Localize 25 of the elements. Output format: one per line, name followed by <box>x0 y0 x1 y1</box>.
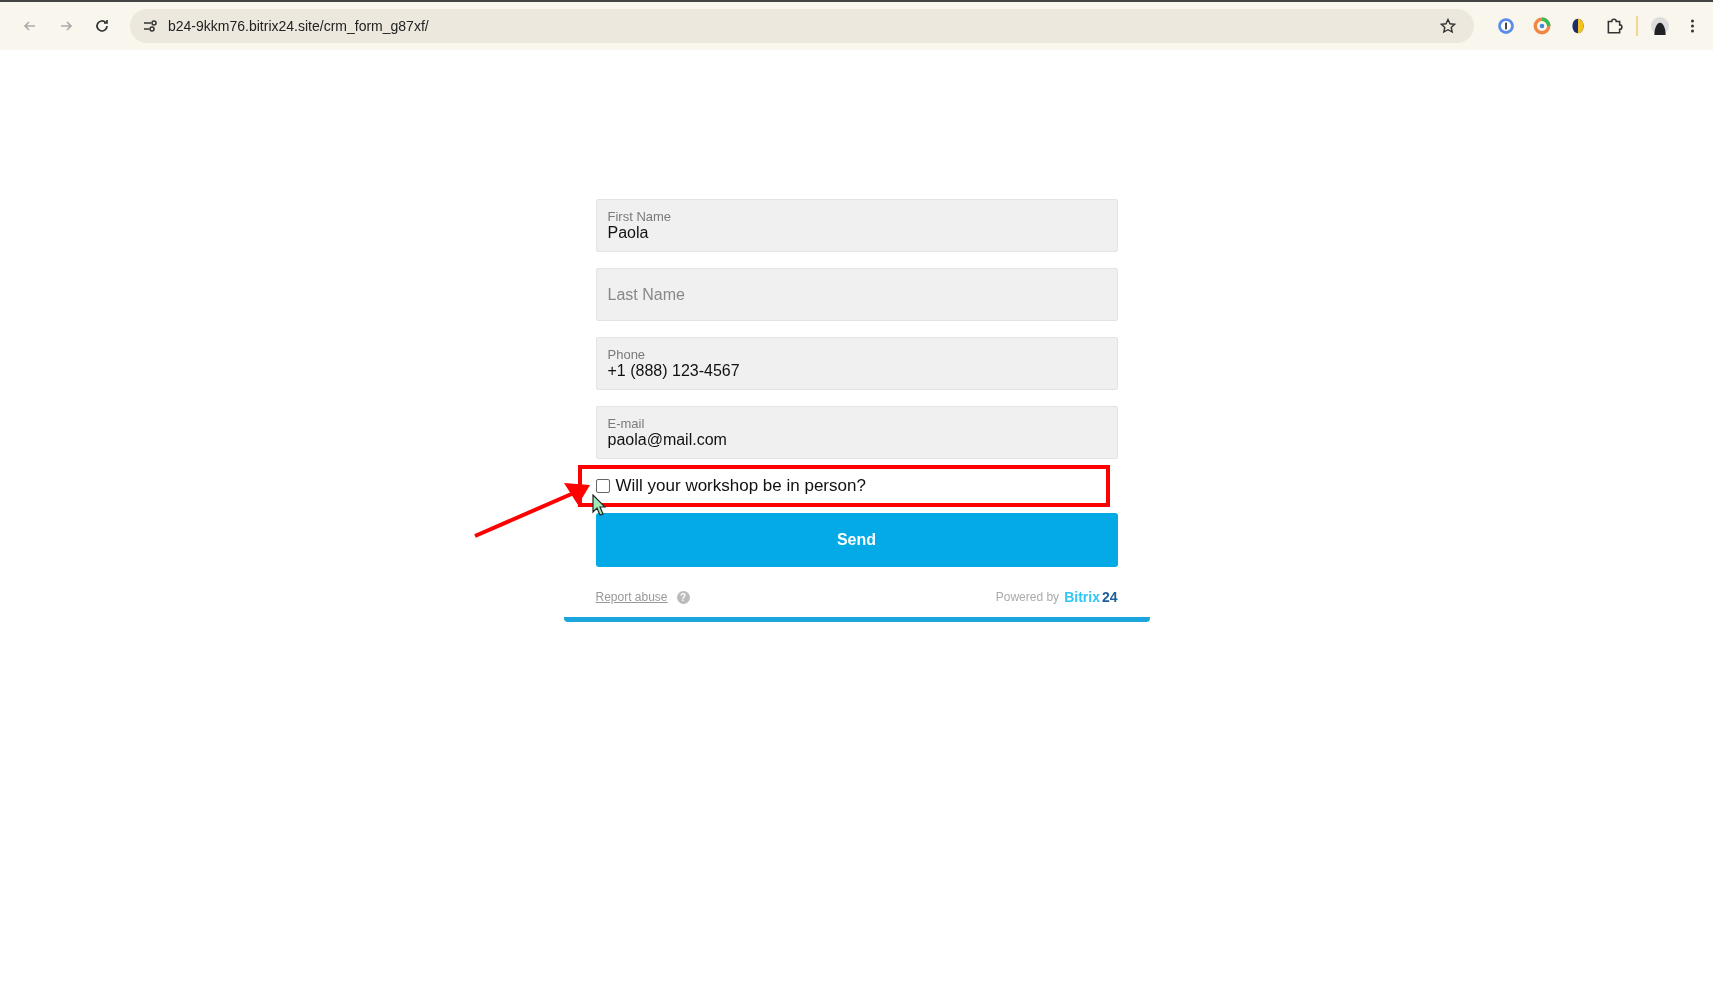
field-value: paola@mail.com <box>607 431 727 449</box>
field-label: E-mail <box>607 416 645 431</box>
url-text: b24-9kkm76.bitrix24.site/crm_form_g87xf/ <box>168 18 430 34</box>
brand-logo-number[interactable]: 24 <box>1101 589 1118 605</box>
field-value: +1 (888) 123-4567 <box>607 362 740 380</box>
input-field[interactable]: E-mail paola@mail.com <box>595 406 1118 459</box>
site-settings-icon[interactable] <box>142 18 158 34</box>
extension-icon[interactable] <box>1497 17 1515 35</box>
field-value: Paola <box>607 224 649 242</box>
address-bar[interactable]: b24-9kkm76.bitrix24.site/crm_form_g87xf/ <box>130 9 1474 43</box>
checkbox[interactable] <box>595 479 610 493</box>
mouse-cursor-icon <box>591 494 606 516</box>
extension-icon[interactable] <box>1569 17 1587 35</box>
input-field[interactable]: First Name Paola <box>595 199 1118 252</box>
input-field[interactable]: Phone +1 (888) 123-4567 <box>595 337 1118 390</box>
bookmark-star-icon[interactable] <box>1440 18 1456 34</box>
field-label: Phone <box>607 347 646 362</box>
menu-icon[interactable] <box>1690 18 1695 34</box>
field-placeholder: Last Name <box>607 285 685 304</box>
profile-avatar-icon[interactable] <box>1651 17 1669 35</box>
powered-by-text: Powered by <box>995 590 1060 604</box>
reload-icon[interactable] <box>94 18 110 34</box>
field-label: First Name <box>607 209 672 224</box>
puzzle-piece-icon[interactable] <box>1605 17 1623 35</box>
checkbox-label[interactable]: Will your workshop be in person? <box>615 476 866 496</box>
